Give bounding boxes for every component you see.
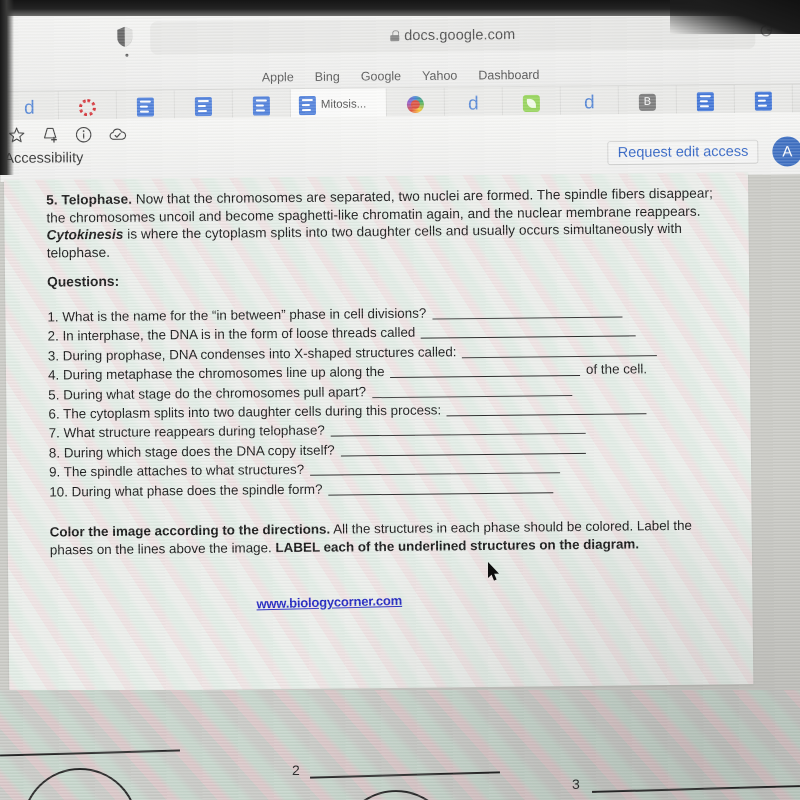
docs-d-icon: d <box>24 97 35 119</box>
tab-label-mitosis: Mitosis... <box>320 98 367 111</box>
google-docs-icon <box>252 95 271 116</box>
question-number: 1. <box>47 309 59 325</box>
question-number: 6. <box>48 406 60 422</box>
question-number: 10. <box>49 484 68 500</box>
green-leaf-icon <box>522 94 540 112</box>
question-text: What structure reappears during telophas… <box>63 423 325 441</box>
paragraph-part-2: is where the cytoplasm splits into two d… <box>46 220 682 261</box>
paragraph-number: 5. <box>46 192 58 208</box>
directions-bold-2: LABEL each of the underlined structures … <box>275 536 640 556</box>
bookmark-dashboard[interactable]: Dashboard <box>478 67 539 82</box>
google-docs-icon <box>194 96 213 116</box>
avatar[interactable]: A <box>772 136 800 167</box>
questions-heading: Questions: <box>46 273 120 290</box>
docs-d-icon: d <box>468 92 479 115</box>
answer-blank[interactable] <box>340 441 586 457</box>
answer-blank[interactable] <box>330 422 586 438</box>
question-text: During what stage do the chromosomes pul… <box>63 383 367 403</box>
answer-blank[interactable] <box>371 383 572 398</box>
url-bar-content: docs.google.com <box>150 16 755 55</box>
question-number: 3. <box>47 348 60 364</box>
paragraph-part-1: Now that the chromosomes are separated, … <box>46 185 713 226</box>
diagram-label-line-2[interactable] <box>310 771 500 779</box>
bookmark-yahoo[interactable]: Yahoo <box>422 68 457 82</box>
star-icon[interactable] <box>8 127 25 144</box>
diagram-cell-1 <box>22 768 138 800</box>
question-text: During prophase, DNA condenses into X-sh… <box>62 344 457 364</box>
question-text: During metaphase the chromosomes line up… <box>62 364 385 383</box>
lock-icon <box>390 30 399 41</box>
google-docs-icon <box>136 97 155 117</box>
question-number: 8. <box>48 445 61 461</box>
blackboard-b-icon: B <box>638 93 656 111</box>
directions-paragraph: Color the image according to the directi… <box>50 516 732 559</box>
accessibility-menu[interactable]: Accessibility <box>4 150 83 167</box>
paragraph-title: Telophase. <box>61 191 133 208</box>
questions-list: 1. What is the name for the “in between”… <box>47 300 731 501</box>
photo-of-screen: docs.google.com Apple Bing Google Yahoo … <box>0 0 800 800</box>
question-text: The spindle attaches to what structures? <box>63 462 305 480</box>
answer-blank[interactable] <box>309 461 560 477</box>
answer-blank[interactable] <box>421 324 637 340</box>
diagram-label-line-1[interactable] <box>0 749 180 757</box>
answer-blank[interactable] <box>390 364 581 379</box>
answer-blank[interactable] <box>431 305 623 320</box>
docs-header-icons <box>8 126 127 144</box>
info-icon[interactable] <box>75 126 92 143</box>
telophase-paragraph: 5. Telophase. Now that the chromosomes a… <box>46 184 729 261</box>
question-number: 7. <box>48 425 60 441</box>
diagram-area: 2 3 <box>0 690 800 800</box>
question-text: The cytoplasm splits into two daughter c… <box>63 402 442 422</box>
shield-icon[interactable] <box>117 26 133 47</box>
question-number: 4. <box>47 367 60 383</box>
question-text: In interphase, the DNA is in the form of… <box>62 325 416 344</box>
question-number: 9. <box>48 464 61 480</box>
reload-icon[interactable] <box>758 23 774 39</box>
diagram-label-number-2: 2 <box>292 762 300 778</box>
browser-url-row: docs.google.com <box>0 4 800 68</box>
bookmark-google[interactable]: Google <box>361 69 401 83</box>
question-text: During which stage does the DNA copy its… <box>63 442 335 461</box>
diagram-label-line-3[interactable] <box>592 785 800 793</box>
cytokinesis-term: Cytokinesis <box>46 226 124 243</box>
colorful-circle-icon <box>406 95 424 113</box>
google-docs-icon <box>696 91 714 111</box>
docs-d-icon: d <box>583 91 595 113</box>
add-to-drive-icon[interactable] <box>41 126 59 143</box>
answer-blank[interactable] <box>328 480 554 496</box>
question-text: During what phase does the spindle form? <box>71 481 323 499</box>
browser-chrome: docs.google.com Apple Bing Google Yahoo … <box>0 4 800 124</box>
diagram-label-number-3: 3 <box>572 776 580 792</box>
document-page: 5. Telophase. Now that the chromosomes a… <box>4 172 754 692</box>
diagram-cell-2 <box>338 790 454 800</box>
bookmark-apple[interactable]: Apple <box>262 70 294 84</box>
answer-blank[interactable] <box>462 343 658 359</box>
chrome-dot <box>125 53 129 57</box>
cloud-saved-icon[interactable] <box>108 127 127 142</box>
canvas-icon <box>78 98 96 116</box>
question-trailing: of the cell. <box>585 361 648 378</box>
docs-header: Accessibility Request edit access A <box>0 112 800 182</box>
question-text: What is the name for the “in between” ph… <box>62 305 427 325</box>
document-body: 5. Telophase. Now that the chromosomes a… <box>46 184 732 573</box>
request-edit-access-button[interactable]: Request edit access <box>607 139 759 166</box>
directions-bold-1: Color the image according to the directi… <box>49 521 331 540</box>
answer-blank[interactable] <box>446 402 647 417</box>
google-docs-icon <box>298 95 316 115</box>
url-text: docs.google.com <box>404 26 516 44</box>
mouse-cursor <box>487 562 501 587</box>
bookmark-bing[interactable]: Bing <box>315 69 340 83</box>
biologycorner-link[interactable]: www.biologycorner.com <box>256 593 402 612</box>
question-number: 5. <box>48 387 60 403</box>
question-number: 2. <box>47 328 59 344</box>
google-docs-icon <box>754 91 772 111</box>
